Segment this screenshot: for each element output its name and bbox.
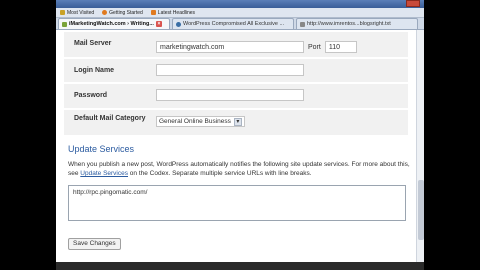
tab-text-file[interactable]: http://www.imrentos...blogsright.txt bbox=[296, 18, 418, 29]
mail-category-row: Default Mail Category General Online Bus… bbox=[64, 110, 408, 137]
window-titlebar bbox=[56, 0, 424, 8]
mail-category-value: General Online Business bbox=[159, 118, 231, 125]
page-content: Mail Server marketingwatch.com Port 110 … bbox=[56, 30, 424, 262]
wordpress-favicon-icon bbox=[176, 21, 181, 27]
login-name-input[interactable] bbox=[156, 64, 304, 76]
mail-settings-table: Mail Server marketingwatch.com Port 110 … bbox=[64, 32, 408, 137]
password-input[interactable] bbox=[156, 89, 304, 101]
bookmark-most-visited[interactable]: Most Visited bbox=[60, 10, 94, 16]
mail-category-label: Default Mail Category bbox=[74, 115, 146, 122]
bookmark-label: Getting Started bbox=[109, 9, 143, 16]
mail-server-label: Mail Server bbox=[74, 40, 112, 47]
chevron-down-icon[interactable]: ▾ bbox=[233, 117, 242, 126]
mail-server-input[interactable]: marketingwatch.com bbox=[156, 41, 304, 53]
letterbox-left bbox=[0, 0, 56, 270]
bookmarks-toolbar: Most Visited Getting Started Latest Head… bbox=[56, 8, 424, 18]
login-name-label: Login Name bbox=[74, 67, 115, 74]
bookmark-getting-started[interactable]: Getting Started bbox=[102, 10, 143, 16]
tab-title: http://www.imrentos...blogsright.txt bbox=[307, 21, 391, 27]
bookmark-latest-headlines[interactable]: Latest Headlines bbox=[150, 9, 196, 16]
mail-category-field: General Online Business ▾ bbox=[150, 110, 408, 135]
mail-server-row: Mail Server marketingwatch.com Port 110 bbox=[64, 32, 408, 59]
login-name-row: Login Name bbox=[64, 59, 408, 84]
update-services-heading: Update Services bbox=[68, 144, 135, 154]
mail-server-fields: marketingwatch.com Port 110 bbox=[150, 32, 408, 57]
mail-category-select[interactable]: General Online Business ▾ bbox=[156, 116, 245, 127]
update-services-link[interactable]: Update Services bbox=[80, 170, 128, 177]
document-icon bbox=[300, 21, 305, 27]
port-input[interactable]: 110 bbox=[324, 41, 357, 53]
firefox-icon bbox=[102, 10, 108, 15]
site-favicon-icon bbox=[62, 21, 67, 27]
save-changes-button[interactable]: Save Changes bbox=[68, 238, 121, 250]
tab-wordpress[interactable]: WordPress Compromised All Exclusive ... bbox=[172, 18, 294, 29]
tab-close-icon[interactable]: × bbox=[155, 21, 162, 27]
vertical-scrollbar[interactable] bbox=[416, 30, 424, 262]
port-label: Port bbox=[308, 43, 321, 51]
desc-text-end: on the Codex. Separate multiple service … bbox=[128, 170, 312, 177]
update-services-description: When you publish a new post, WordPress a… bbox=[68, 160, 410, 178]
tab-title: iMarketingWatch.com › Writing... bbox=[69, 21, 154, 27]
rss-icon bbox=[150, 10, 156, 15]
password-field bbox=[150, 84, 408, 108]
tab-title: WordPress Compromised All Exclusive ... bbox=[183, 21, 285, 27]
tab-strip: iMarketingWatch.com › Writing... × WordP… bbox=[56, 18, 424, 30]
bookmark-label: Latest Headlines bbox=[157, 9, 196, 16]
letterbox-right bbox=[424, 0, 480, 270]
login-name-field bbox=[150, 59, 408, 82]
ping-sites-textarea[interactable]: http://rpc.pingomatic.com/ bbox=[68, 185, 406, 221]
bookmark-label: Most Visited bbox=[67, 9, 95, 16]
tab-imarketingwatch[interactable]: iMarketingWatch.com › Writing... × bbox=[58, 18, 170, 29]
window-close-button[interactable] bbox=[406, 0, 420, 7]
browser-window: Most Visited Getting Started Latest Head… bbox=[56, 0, 424, 270]
password-label: Password bbox=[74, 92, 108, 99]
scrollbar-thumb[interactable] bbox=[418, 180, 424, 240]
password-row: Password bbox=[64, 84, 408, 110]
bookmark-star-icon bbox=[60, 10, 65, 15]
status-bar bbox=[56, 262, 424, 270]
